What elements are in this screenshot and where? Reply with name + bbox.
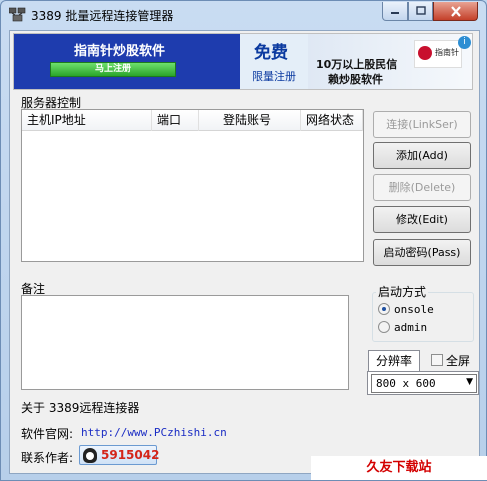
ad-left-panel: 指南针炒股软件 马上注册	[14, 34, 240, 89]
minimize-button[interactable]	[382, 2, 408, 21]
column-header-account[interactable]: 登陆账号	[199, 110, 301, 131]
server-list-header: 主机IP地址 端口 登陆账号 网络状态	[22, 110, 363, 131]
close-icon	[450, 5, 461, 17]
close-button[interactable]	[433, 2, 478, 21]
ad-register-button[interactable]: 马上注册	[50, 62, 176, 77]
app-window: 3389 批量远程连接管理器 指南针炒股软件 马上注册 免费 限量注册 10万以…	[0, 0, 487, 481]
maximize-button[interactable]	[408, 2, 433, 21]
website-label: 软件官网:	[21, 427, 74, 441]
radio-admin-label[interactable]: admin	[394, 321, 427, 334]
resolution-value: 800 x 600	[376, 377, 436, 390]
startup-label: 启动方式	[376, 283, 429, 300]
minimize-icon	[391, 12, 399, 14]
title-bar[interactable]: 3389 批量远程连接管理器	[1, 1, 486, 29]
ad-banner[interactable]: 指南针炒股软件 马上注册 免费 限量注册 10万以上股民信 赖炒股软件 指南针 …	[13, 33, 473, 90]
maximize-icon	[415, 6, 426, 15]
penguin-icon	[83, 448, 97, 463]
add-button[interactable]: 添加(Add)	[373, 142, 471, 169]
ad-logo-text: 指南针	[435, 48, 459, 57]
window-title: 3389 批量远程连接管理器	[31, 9, 174, 23]
column-header-port[interactable]: 端口	[152, 110, 199, 131]
server-list[interactable]: 主机IP地址 端口 登陆账号 网络状态	[21, 109, 364, 262]
column-header-status[interactable]: 网络状态	[301, 110, 363, 131]
column-header-host-ip[interactable]: 主机IP地址	[22, 110, 152, 131]
qq-number: 5915042	[101, 448, 160, 462]
contact-label: 联系作者:	[21, 451, 74, 465]
notes-textarea[interactable]	[21, 295, 349, 390]
client-area: 指南针炒股软件 马上注册 免费 限量注册 10万以上股民信 赖炒股软件 指南针 …	[9, 30, 480, 474]
connect-button[interactable]: 连接(LinkSer)	[373, 111, 471, 138]
resolution-select[interactable]: 800 x 600 ▼	[371, 374, 477, 393]
radio-onsole-label[interactable]: onsole	[394, 303, 434, 316]
ad-line1: 10万以上股民信	[316, 58, 398, 71]
ad-headline: 指南针炒股软件	[74, 44, 166, 59]
ad-middle-panel: 免费 限量注册	[240, 34, 308, 89]
fullscreen-label[interactable]: 全屏	[446, 352, 470, 369]
chevron-down-icon: ▼	[466, 377, 473, 387]
ad-right-panel: 10万以上股民信 赖炒股软件 指南针	[308, 34, 472, 89]
password-button[interactable]: 启动密码(Pass)	[373, 239, 471, 266]
ad-free-text: 免费	[254, 43, 288, 63]
radio-onsole[interactable]	[378, 303, 390, 315]
ad-line2: 赖炒股软件	[328, 73, 383, 86]
fullscreen-checkbox[interactable]	[431, 354, 443, 366]
website-link[interactable]: http://www.PCzhishi.cn	[81, 426, 227, 439]
ad-limited-register: 限量注册	[252, 70, 296, 83]
radio-admin[interactable]	[378, 321, 390, 333]
qq-contact-button[interactable]: 5915042	[79, 445, 160, 465]
ad-logo: 指南针	[414, 40, 462, 68]
about-heading: 关于 3389远程连接器	[21, 401, 140, 415]
ad-info-icon[interactable]: i	[458, 36, 471, 49]
edit-button[interactable]: 修改(Edit)	[373, 206, 471, 233]
watermark: 久友下载站(www.9upk.com)	[311, 456, 487, 480]
network-computers-icon	[9, 7, 26, 22]
delete-button[interactable]: 删除(Delete)	[373, 174, 471, 201]
compass-logo-icon	[418, 46, 432, 60]
tab-resolution[interactable]: 分辨率	[368, 350, 420, 372]
